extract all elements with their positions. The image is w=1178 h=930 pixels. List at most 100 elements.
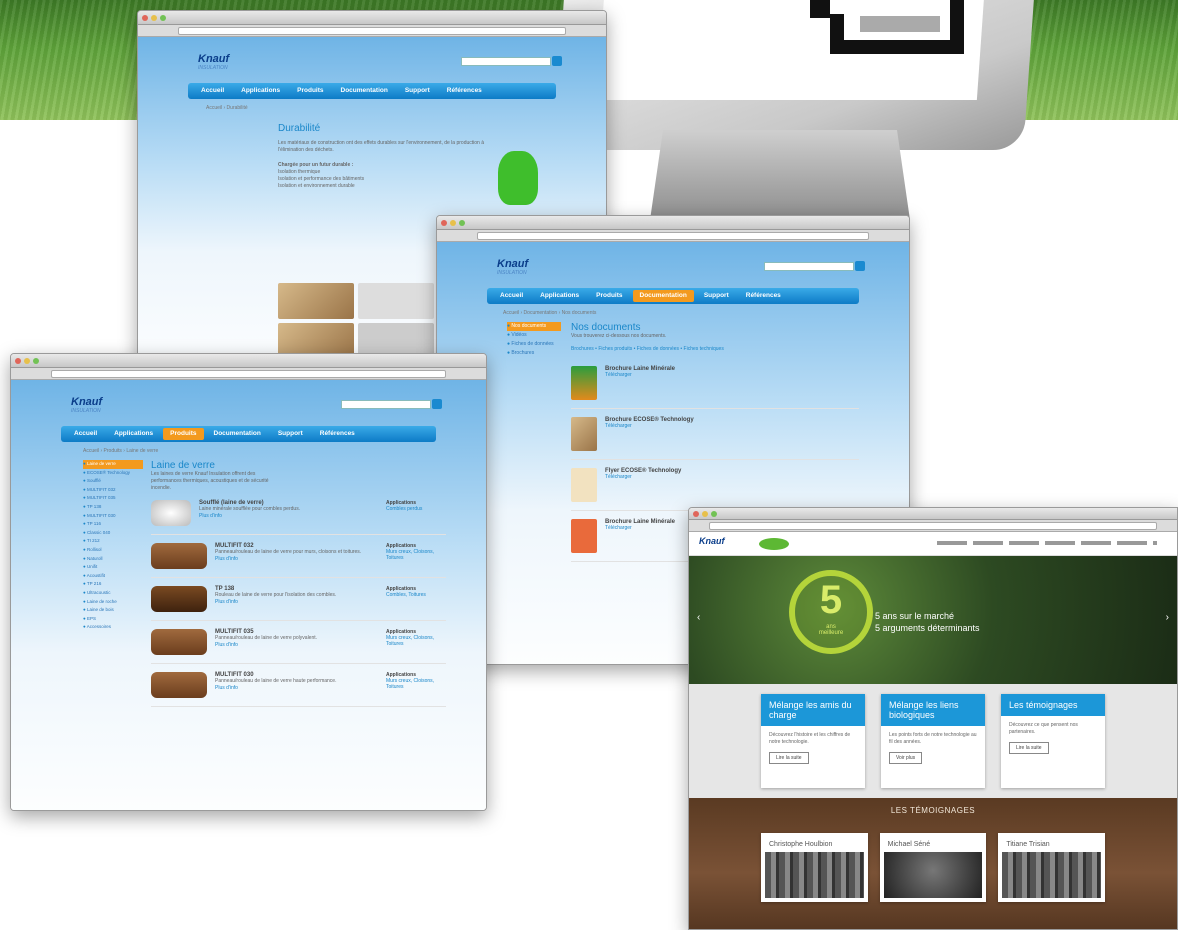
carousel-next-icon[interactable]: › — [1166, 612, 1169, 623]
sidebar-item[interactable]: Laine de verre — [83, 460, 143, 469]
page-title: Nos documents — [571, 322, 641, 333]
nav-item[interactable]: Documentation — [334, 85, 395, 97]
nav-item[interactable]: Produits — [589, 290, 629, 302]
apps-link[interactable]: Murs creux, Cloisons, Toitures — [386, 635, 446, 647]
card-text: Découvrez l'histoire et les chiffres de … — [769, 732, 851, 745]
nav-item[interactable]: Accueil — [194, 85, 231, 97]
apps-link[interactable]: Combles, Toitures — [386, 592, 446, 598]
product-image[interactable] — [151, 629, 207, 655]
product-row: MULTIFIT 030 Panneau/rouleau de laine de … — [151, 664, 446, 707]
search-icon[interactable] — [855, 261, 865, 271]
carousel-prev-icon[interactable]: ‹ — [697, 612, 700, 623]
url-bar[interactable] — [437, 230, 909, 242]
nav-item-active[interactable]: Documentation — [632, 290, 694, 302]
card-button[interactable]: Lire la suite — [769, 752, 809, 764]
sidebar-item[interactable]: Soufflé — [83, 477, 143, 486]
site-logo[interactable]: Knauf INSULATION — [198, 53, 229, 71]
bullet: Isolation et performance des bâtiments — [278, 176, 365, 182]
titlebar — [689, 508, 1177, 520]
testimonial-card[interactable]: Michael Séné — [879, 833, 987, 902]
site-logo[interactable]: Knauf INSULATION — [497, 258, 528, 276]
apps-link[interactable]: Murs creux, Cloisons, Toitures — [386, 549, 446, 561]
sidebar-item[interactable]: Accessoires — [83, 623, 143, 632]
sidebar-item[interactable]: Vidéos — [507, 331, 561, 340]
sidebar-item[interactable]: Acoustifit — [83, 572, 143, 581]
section-title: LES TÉMOIGNAGES — [890, 806, 976, 815]
sidebar-item[interactable]: TI 212 — [83, 537, 143, 546]
window-controls[interactable] — [142, 15, 166, 21]
nav-item[interactable]: Applications — [533, 290, 586, 302]
sidebar-item[interactable]: ECOSE® Technology — [83, 469, 143, 478]
sidebar-item[interactable]: Ultracoustic — [83, 589, 143, 598]
search-icon[interactable] — [552, 56, 562, 66]
nav-item[interactable]: Références — [739, 290, 788, 302]
sidebar-item[interactable]: Nos documents — [507, 322, 561, 331]
sidebar-item[interactable]: Fiches de données — [507, 340, 561, 349]
testimonial-card[interactable]: Christophe Houlbion — [761, 833, 868, 902]
sidebar-item[interactable]: EPS — [83, 615, 143, 624]
nav-item[interactable]: Support — [271, 428, 310, 440]
nav-item[interactable]: Accueil — [67, 428, 104, 440]
top-menu[interactable] — [937, 541, 1157, 545]
window-ecose: Knauf 5 ans meilleure 5 ans sur le march… — [688, 507, 1178, 930]
apps-link[interactable]: Combles perdus — [386, 506, 446, 512]
url-bar[interactable] — [689, 520, 1177, 532]
card-button[interactable]: Voir plus — [889, 752, 923, 764]
product-image[interactable] — [151, 672, 207, 698]
sidebar-item[interactable]: TP 216 — [83, 580, 143, 589]
more-link[interactable]: Plus d'info — [215, 642, 378, 648]
card-button[interactable]: Lire la suite — [1009, 742, 1049, 754]
url-bar[interactable] — [11, 368, 486, 380]
product-image[interactable] — [151, 543, 207, 569]
download-link[interactable]: Télécharger — [605, 525, 675, 531]
search-input[interactable] — [341, 400, 431, 409]
sidebar-item[interactable]: Rollisol — [83, 546, 143, 555]
product-row: TP 138 Rouleau de laine de verre pour l'i… — [151, 578, 446, 621]
window-laine-de-verre: Knauf INSULATION Accueil Applications Pro… — [10, 353, 487, 811]
more-link[interactable]: Plus d'info — [199, 513, 378, 519]
nav-item[interactable]: Applications — [234, 85, 287, 97]
titlebar — [437, 216, 909, 230]
sidebar-item[interactable]: MULTIFIT 030 — [83, 512, 143, 521]
sidebar-item[interactable]: Laine de roche — [83, 598, 143, 607]
nav-item[interactable]: Documentation — [207, 428, 268, 440]
nav-item[interactable]: Support — [398, 85, 437, 97]
window-controls[interactable] — [693, 511, 717, 517]
nav-item[interactable]: Références — [313, 428, 362, 440]
site-logo[interactable]: Knauf INSULATION — [71, 396, 102, 414]
more-link[interactable]: Plus d'info — [215, 556, 378, 562]
nav-item-active[interactable]: Produits — [163, 428, 204, 440]
search-input[interactable] — [764, 262, 854, 271]
search-input[interactable] — [461, 57, 551, 66]
nav-item[interactable]: Produits — [290, 85, 330, 97]
window-controls[interactable] — [15, 358, 39, 364]
sidebar-item[interactable]: MULTIFIT 035 — [83, 494, 143, 503]
sidebar-item[interactable]: TP 138 — [83, 503, 143, 512]
nav-item[interactable]: Accueil — [493, 290, 530, 302]
nav-item[interactable]: Applications — [107, 428, 160, 440]
url-bar[interactable] — [138, 25, 606, 37]
more-link[interactable]: Plus d'info — [215, 685, 378, 691]
download-link[interactable]: Télécharger — [605, 372, 675, 378]
sidebar-item[interactable]: Laine de bois — [83, 606, 143, 615]
sidebar-item[interactable]: Brochures — [507, 349, 561, 358]
window-controls[interactable] — [441, 220, 465, 226]
product-image[interactable] — [151, 586, 207, 612]
nav-item[interactable]: Support — [697, 290, 736, 302]
nav-item[interactable]: Références — [440, 85, 489, 97]
card-title: Les témoignages — [1001, 694, 1105, 716]
apps-link[interactable]: Murs creux, Cloisons, Toitures — [386, 678, 446, 690]
sidebar-item[interactable]: TP 116 — [83, 520, 143, 529]
sidebar-item[interactable]: MULTIFIT 032 — [83, 486, 143, 495]
sidebar-item[interactable]: Unifit — [83, 563, 143, 572]
sidebar-item[interactable]: Classic 040 — [83, 529, 143, 538]
search-icon[interactable] — [432, 399, 442, 409]
testimonial-card[interactable]: Titiane Trisian — [998, 833, 1106, 902]
site-logo[interactable]: Knauf — [699, 536, 725, 546]
product-image[interactable] — [151, 500, 191, 526]
download-link[interactable]: Télécharger — [605, 474, 681, 480]
more-link[interactable]: Plus d'info — [215, 599, 378, 605]
download-link[interactable]: Télécharger — [605, 423, 694, 429]
sidebar-item[interactable]: Naturoll — [83, 555, 143, 564]
filter-links[interactable]: Brochures • Fiches produits • Fiches de … — [571, 346, 859, 352]
